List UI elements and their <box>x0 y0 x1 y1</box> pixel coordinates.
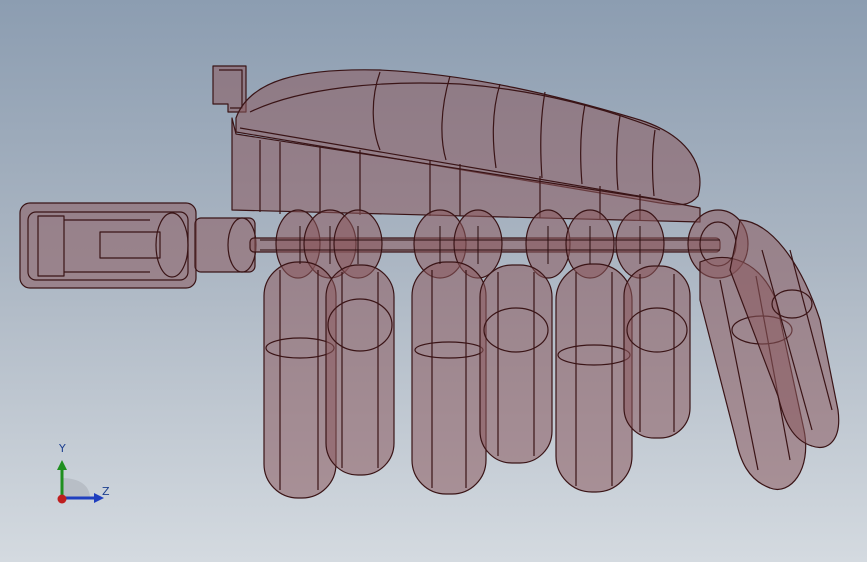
finger-4 <box>479 264 553 464</box>
finger-2 <box>325 264 395 476</box>
z-axis-label: Z <box>102 485 110 498</box>
forearm-rod <box>194 217 256 273</box>
mount-tab <box>212 65 247 113</box>
y-axis-label: Y <box>59 442 66 455</box>
finger-1 <box>263 261 337 499</box>
finger-3 <box>411 261 487 495</box>
hand-model[interactable] <box>0 0 867 562</box>
finger-5 <box>555 263 633 493</box>
coordinate-triad: Y Z <box>50 440 120 510</box>
graphics-viewport[interactable]: Y Z <box>0 0 867 562</box>
